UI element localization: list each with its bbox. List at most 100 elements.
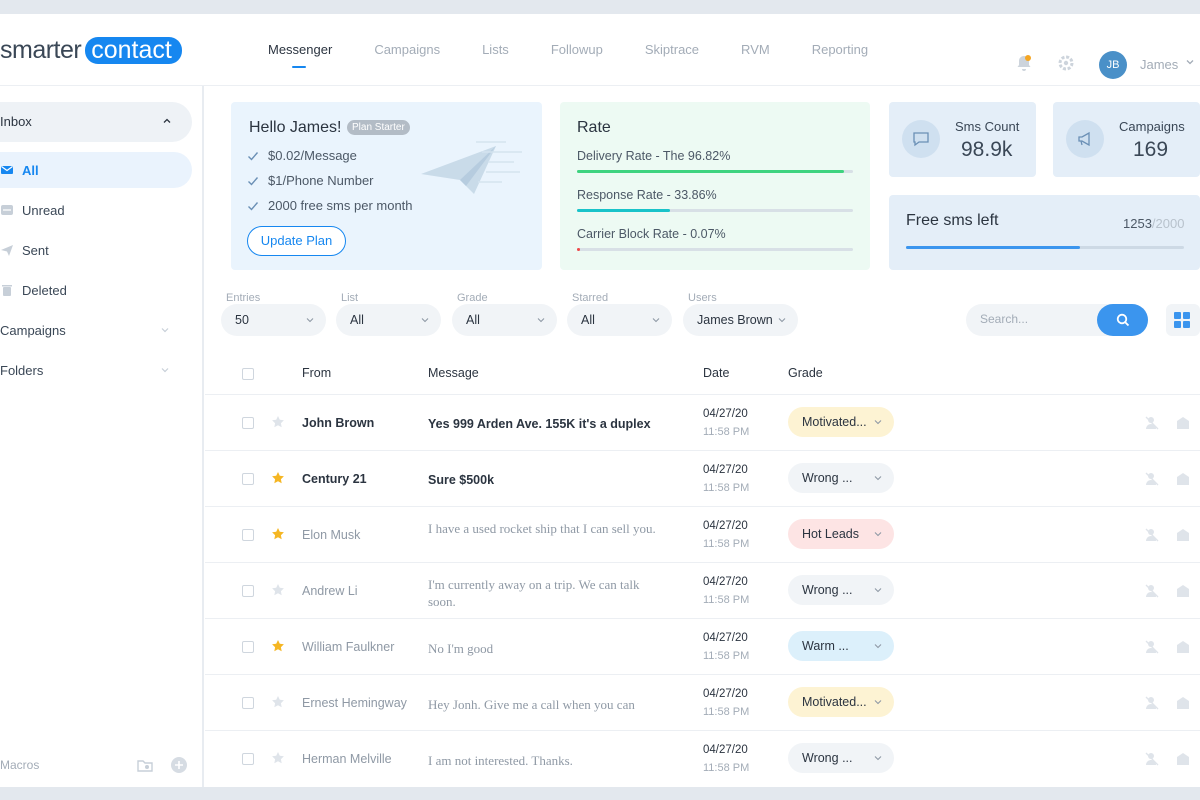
grade-select[interactable]: All <box>452 304 557 336</box>
table-row[interactable]: Herman Melville I am not interested. Than… <box>205 730 1200 786</box>
select-value: James Brown <box>697 313 773 327</box>
row-checkbox[interactable] <box>242 473 254 485</box>
star-icon[interactable] <box>271 639 285 653</box>
star-icon[interactable] <box>271 415 285 429</box>
row-checkbox[interactable] <box>242 417 254 429</box>
column-header-message[interactable]: Message <box>428 366 479 380</box>
filter-entries: Entries 50 <box>221 288 326 336</box>
search-button[interactable] <box>1097 304 1148 336</box>
search-input[interactable] <box>980 312 1090 326</box>
chevron-down-icon <box>874 476 882 481</box>
grade-select[interactable]: Wrong ... <box>788 743 894 773</box>
nav-followup[interactable]: Followup <box>551 42 603 57</box>
table-row[interactable]: John Brown Yes 999 Arden Ave. 155K it's a… <box>205 394 1200 450</box>
users-select[interactable]: James Brown <box>683 304 798 336</box>
block-rate-fill <box>577 248 581 251</box>
archive-icon[interactable] <box>1175 695 1191 711</box>
grade-select[interactable]: Motivated... <box>788 407 894 437</box>
sidebar-item-sent[interactable]: Sent <box>0 232 192 268</box>
sidebar-item-campaigns[interactable]: Campaigns <box>0 312 192 348</box>
archive-icon[interactable] <box>1175 415 1191 431</box>
grade-select[interactable]: Motivated... <box>788 687 894 717</box>
list-select[interactable]: All <box>336 304 441 336</box>
assign-user-icon[interactable] <box>1144 639 1160 655</box>
archive-icon[interactable] <box>1175 471 1191 487</box>
select-all-checkbox[interactable] <box>242 368 254 380</box>
grade-select[interactable]: Hot Leads <box>788 519 894 549</box>
table-row[interactable]: Century 21 Sure $500k 04/27/20 11:58 PM Wron… <box>205 450 1200 506</box>
free-sms-title: Free sms left <box>906 212 999 229</box>
top-header: smarter contact Messenger Campaigns List… <box>0 14 1200 86</box>
row-checkbox[interactable] <box>242 697 254 709</box>
entries-select[interactable]: 50 <box>221 304 326 336</box>
row-from: Andrew Li <box>302 584 358 598</box>
nav-skiptrace[interactable]: Skiptrace <box>645 42 699 57</box>
assign-user-icon[interactable] <box>1144 583 1160 599</box>
row-checkbox[interactable] <box>242 753 254 765</box>
star-icon[interactable] <box>271 471 285 485</box>
archive-icon[interactable] <box>1175 751 1191 767</box>
assign-user-icon[interactable] <box>1144 471 1160 487</box>
grade-select[interactable]: Wrong ... <box>788 575 894 605</box>
inbox-section-header[interactable]: Inbox <box>0 102 192 142</box>
nav-lists[interactable]: Lists <box>482 42 509 57</box>
star-icon[interactable] <box>271 583 285 597</box>
user-name[interactable]: James <box>1140 57 1178 72</box>
sidebar-item-folders[interactable]: Folders <box>0 352 192 388</box>
macros-label[interactable]: Macros <box>0 758 39 772</box>
nav-rvm[interactable]: RVM <box>741 42 770 57</box>
folder-settings-icon[interactable] <box>136 756 154 774</box>
row-message: Sure $500k <box>428 473 495 487</box>
table-row[interactable]: Elon Musk I have a used rocket ship that … <box>205 506 1200 562</box>
table-row[interactable]: Ernest Hemingway Hey Jonh. Give me a call… <box>205 674 1200 730</box>
response-rate-fill <box>577 209 671 212</box>
nav-messenger[interactable]: Messenger <box>268 42 332 68</box>
table-row[interactable]: William Faulkner No I'm good 04/27/20 11:58… <box>205 618 1200 674</box>
grade-select[interactable]: Wrong ... <box>788 463 894 493</box>
column-header-date[interactable]: Date <box>703 366 729 380</box>
row-date: 04/27/20 <box>703 576 748 588</box>
star-icon[interactable] <box>271 695 285 709</box>
nav-reporting[interactable]: Reporting <box>812 42 868 57</box>
archive-icon[interactable] <box>1175 527 1191 543</box>
grid-view-button[interactable] <box>1166 304 1200 336</box>
archive-icon[interactable] <box>1175 583 1191 599</box>
check-icon <box>248 151 259 161</box>
chevron-down-icon[interactable] <box>1185 57 1195 67</box>
row-checkbox[interactable] <box>242 529 254 541</box>
sidebar-item-label: Campaigns <box>0 322 66 338</box>
sidebar-item-unread[interactable]: Unread <box>0 192 192 228</box>
row-from: Elon Musk <box>302 528 361 542</box>
assign-user-icon[interactable] <box>1144 415 1160 431</box>
column-header-from[interactable]: From <box>302 366 331 380</box>
add-icon[interactable] <box>170 756 188 774</box>
assign-user-icon[interactable] <box>1144 527 1160 543</box>
filter-label: List <box>341 292 359 304</box>
gear-icon[interactable] <box>1057 54 1075 72</box>
chevron-down-icon <box>874 644 882 649</box>
mail-icon <box>1 166 13 174</box>
grade-select[interactable]: Warm ... <box>788 631 894 661</box>
table-row[interactable]: Andrew Li I'm currently away on a trip. W… <box>205 562 1200 618</box>
sidebar-item-deleted[interactable]: Deleted <box>0 272 192 308</box>
sidebar-item-label: Folders <box>0 362 44 378</box>
star-icon[interactable] <box>271 527 285 541</box>
row-checkbox[interactable] <box>242 585 254 597</box>
perk-item: $1/Phone Number <box>247 173 374 188</box>
assign-user-icon[interactable] <box>1144 751 1160 767</box>
sidebar-item-all[interactable]: All <box>0 152 192 188</box>
row-time: 11:58 PM <box>703 762 750 774</box>
update-plan-button[interactable]: Update Plan <box>247 226 346 256</box>
block-rate-bar <box>577 248 853 251</box>
row-checkbox[interactable] <box>242 641 254 653</box>
campaigns-label: Campaigns <box>1119 119 1185 134</box>
logo[interactable]: smarter contact <box>0 36 182 64</box>
starred-select[interactable]: All <box>567 304 672 336</box>
column-header-grade[interactable]: Grade <box>788 366 823 380</box>
assign-user-icon[interactable] <box>1144 695 1160 711</box>
avatar[interactable]: JB <box>1099 51 1127 79</box>
archive-icon[interactable] <box>1175 639 1191 655</box>
star-icon[interactable] <box>271 751 285 765</box>
nav-campaigns[interactable]: Campaigns <box>374 42 440 57</box>
chevron-down-icon <box>874 588 882 593</box>
